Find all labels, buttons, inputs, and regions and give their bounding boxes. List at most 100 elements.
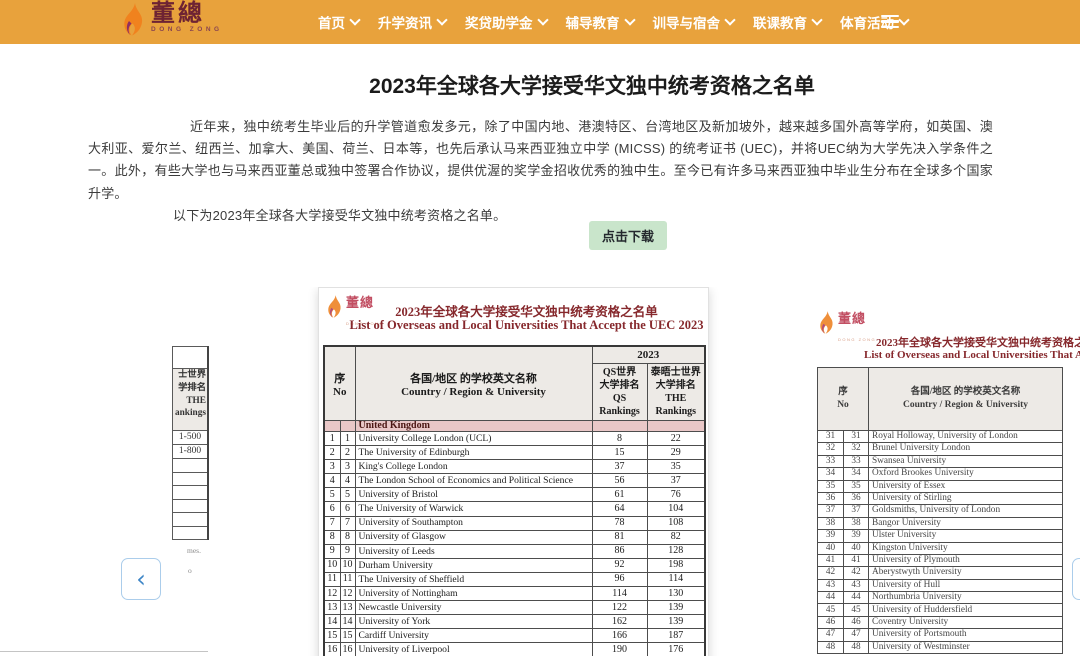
- table-row: 44The London School of Economics and Pol…: [324, 474, 705, 488]
- table-cell: [592, 421, 647, 432]
- download-button[interactable]: 点击下载: [589, 221, 667, 250]
- table-cell: 81: [592, 530, 647, 544]
- fragment-year-cell: [173, 346, 207, 369]
- table-cell: University of Hull: [869, 579, 1063, 591]
- intro-paragraph-2: 以下为2023年全球各大学接受华文独中统考资格之名单。: [88, 205, 993, 227]
- fragment-note-text: mes.: [187, 546, 201, 555]
- document-page-next: 董總 DONG ZONG 2023年全球各大学接受华文独中统考资格之 List …: [810, 300, 1080, 656]
- table-cell: 12: [324, 587, 340, 601]
- table-cell: 33: [844, 455, 869, 467]
- chevron-down-icon: [811, 14, 822, 25]
- table-cell: Aberystwyth University: [869, 567, 1063, 579]
- table-cell: 37: [844, 505, 869, 517]
- nav-item[interactable]: 训导与宿舍: [653, 12, 735, 32]
- table-cell: 5: [324, 488, 340, 502]
- table-row: 3535University of Essex: [818, 480, 1063, 492]
- table-cell: 96: [592, 572, 647, 586]
- nav-item-label: 奖贷助学金: [465, 12, 533, 32]
- chevron-down-icon: [537, 14, 548, 25]
- table-cell: 32: [818, 443, 844, 455]
- table-cell: 13: [340, 601, 355, 615]
- table-cell: University of Essex: [869, 480, 1063, 492]
- table-row: 3838Bangor University: [818, 517, 1063, 529]
- table-cell: 14: [324, 615, 340, 629]
- table-row-fragment: 1-800: [173, 445, 207, 459]
- table-cell: 11: [324, 572, 340, 586]
- document-carousel: 士世界 学排名 THE ankings 1-5001-800 mes. o 董總…: [0, 287, 1080, 656]
- doc-title-zh: 2023年全球各大学接受华文独中统考资格之: [876, 334, 1080, 350]
- table-cell: 2: [340, 446, 355, 460]
- table-cell: 16: [340, 643, 355, 656]
- table-cell: 43: [818, 579, 844, 591]
- table-row: 77University of Southampton78108: [324, 516, 705, 530]
- carousel-next-button[interactable]: ›: [1072, 558, 1080, 600]
- table-cell: University College London (UCL): [355, 432, 592, 446]
- table-cell: 4: [340, 474, 355, 488]
- table-cell: 35: [818, 480, 844, 492]
- chevron-down-icon: [436, 14, 447, 25]
- table-cell: King's College London: [355, 460, 592, 474]
- table-cell: Northumbria University: [869, 592, 1063, 604]
- table-row: 1111The University of Sheffield96114: [324, 572, 705, 586]
- table-cell: 22: [647, 432, 705, 446]
- table-cell: Newcastle University: [355, 601, 592, 615]
- document-page-current: 董總 DONG ZONG 2023年全球各大学接受华文独中统考资格之名单 Lis…: [318, 287, 709, 656]
- table-cell: [340, 421, 355, 432]
- table-cell: 2: [324, 446, 340, 460]
- nav-item[interactable]: 辅导教育: [566, 12, 634, 32]
- table-row: 1212University of Nottingham114130: [324, 587, 705, 601]
- table-row: 4747University of Portsmouth: [818, 629, 1063, 641]
- nav-item[interactable]: 奖贷助学金: [465, 12, 547, 32]
- table-cell: 45: [818, 604, 844, 616]
- table-cell: 3: [340, 460, 355, 474]
- table-cell: University of Bristol: [355, 488, 592, 502]
- site-logo-zh: 董總: [151, 2, 223, 26]
- table-cell: 166: [592, 629, 647, 643]
- table-row-fragment: [173, 527, 207, 541]
- table-row: 1515Cardiff University166187: [324, 629, 705, 643]
- table-cell: 122: [592, 601, 647, 615]
- table-cell: University of Plymouth: [869, 554, 1063, 566]
- table-cell: 13: [324, 601, 340, 615]
- table-cell: 15: [324, 629, 340, 643]
- table-cell: 34: [818, 468, 844, 480]
- table-cell: The University of Edinburgh: [355, 446, 592, 460]
- hamburger-menu-icon[interactable]: [881, 15, 899, 29]
- table-cell: 76: [647, 488, 705, 502]
- table-cell: The London School of Economics and Polit…: [355, 474, 592, 488]
- table-cell: 4: [324, 474, 340, 488]
- uec-universities-table-page2: 序 No 各国/地区 的学校英文名称 Country / Region & Un…: [817, 367, 1063, 654]
- chevron-down-icon: [349, 14, 360, 25]
- table-row: 4444Northumbria University: [818, 592, 1063, 604]
- table-row-fragment: [173, 500, 207, 514]
- table-cell: Kingston University: [869, 542, 1063, 554]
- nav-item[interactable]: 升学资讯: [378, 12, 446, 32]
- table-cell: 15: [592, 446, 647, 460]
- table-cell: 12: [340, 587, 355, 601]
- col-header-university: 各国/地区 的学校英文名称 Country / Region & Univers…: [869, 368, 1063, 431]
- table-cell: 10: [324, 558, 340, 572]
- nav-item-label: 联课教育: [753, 12, 807, 32]
- nav-item[interactable]: 联课教育: [753, 12, 821, 32]
- site-logo[interactable]: 董總 DONG ZONG: [121, 2, 223, 38]
- table-cell: 44: [844, 592, 869, 604]
- table-row: 33King's College London3735: [324, 460, 705, 474]
- table-cell: 78: [592, 516, 647, 530]
- table-cell: 6: [324, 502, 340, 516]
- doc-logo-zh: 董總: [838, 311, 866, 326]
- section-label: United Kingdom: [355, 421, 592, 432]
- table-cell: 44: [818, 592, 844, 604]
- table-row: 22The University of Edinburgh1529: [324, 446, 705, 460]
- table-cell: 9: [324, 544, 340, 558]
- table-row: 1616University of Liverpool190176: [324, 643, 705, 656]
- chevron-down-icon: [624, 14, 635, 25]
- table-cell: 7: [324, 516, 340, 530]
- table-cell: [647, 421, 705, 432]
- table-cell: 8: [340, 530, 355, 544]
- table-cell: University of Portsmouth: [869, 629, 1063, 641]
- table-cell: 162: [592, 615, 647, 629]
- carousel-prev-button[interactable]: ‹: [121, 558, 161, 600]
- table-cell: 38: [844, 517, 869, 529]
- table-cell: 64: [592, 502, 647, 516]
- nav-item[interactable]: 首页: [318, 12, 359, 32]
